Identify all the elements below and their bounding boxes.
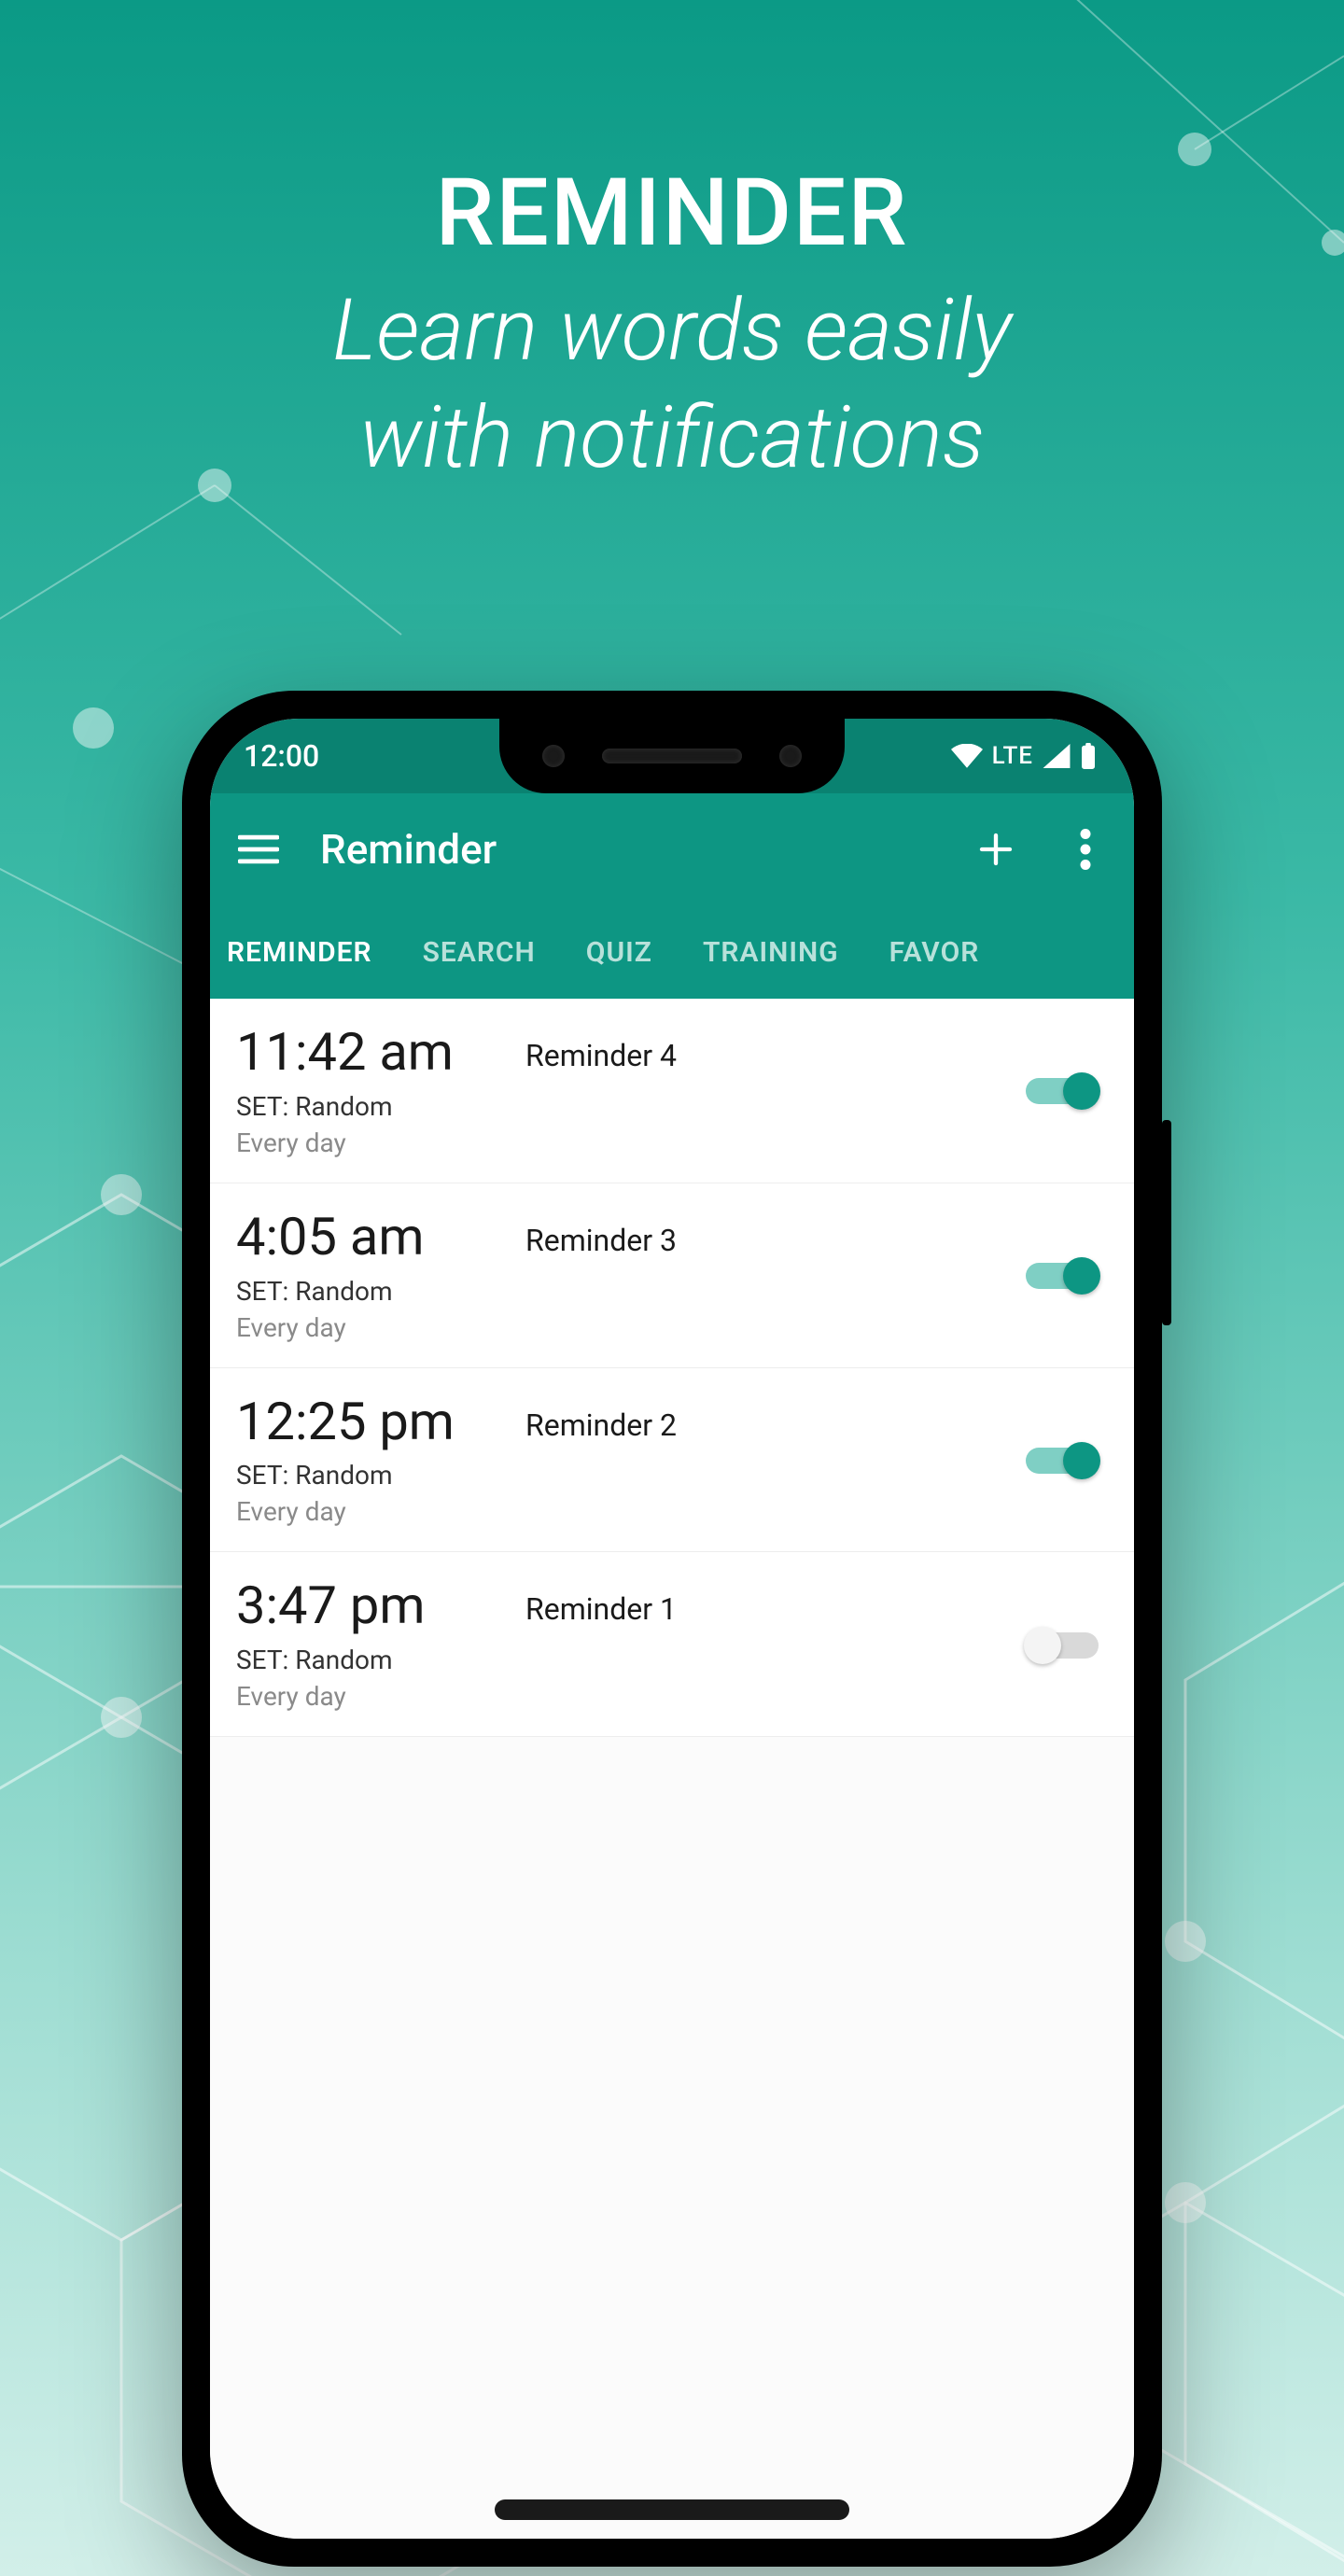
list-item[interactable]: 3:47 pm SET: Random Every day Reminder 1 <box>210 1552 1134 1737</box>
reminder-time: 3:47 pm <box>236 1578 525 1633</box>
reminder-toggle[interactable] <box>1026 1073 1099 1109</box>
battery-icon <box>1080 743 1097 769</box>
app-bar: Reminder <box>210 793 1134 905</box>
network-label: LTE <box>992 742 1033 770</box>
promo-subtitle: Learn words easily with notifications <box>0 277 1344 492</box>
reminder-list[interactable]: 11:42 am SET: Random Every day Reminder … <box>210 999 1134 2539</box>
reminder-repeat: Every day <box>236 1496 525 1527</box>
phone-notch <box>499 719 845 793</box>
reminder-toggle[interactable] <box>1026 1258 1099 1294</box>
tab-search[interactable]: SEARCH <box>423 936 536 969</box>
reminder-name: Reminder 1 <box>525 1591 677 1712</box>
reminder-toggle[interactable] <box>1026 1443 1099 1478</box>
overflow-menu-icon[interactable] <box>1059 823 1112 875</box>
reminder-set: SET: Random <box>236 1645 525 1675</box>
reminder-repeat: Every day <box>236 1312 525 1343</box>
status-time: 12:00 <box>244 738 319 774</box>
reminder-set: SET: Random <box>236 1276 525 1307</box>
reminder-set: SET: Random <box>236 1460 525 1491</box>
add-button[interactable] <box>970 823 1022 875</box>
appbar-title: Reminder <box>320 825 934 874</box>
menu-icon[interactable] <box>232 823 285 875</box>
phone-frame: 12:00 LTE Reminder <box>182 691 1162 2567</box>
phone-chin-bar <box>495 2499 849 2520</box>
reminder-repeat: Every day <box>236 1127 525 1158</box>
reminder-name: Reminder 3 <box>525 1223 677 1343</box>
reminder-name: Reminder 4 <box>525 1038 677 1158</box>
reminder-set: SET: Random <box>236 1091 525 1122</box>
wifi-icon <box>951 744 983 768</box>
tab-reminder[interactable]: REMINDER <box>227 936 372 969</box>
list-item[interactable]: 12:25 pm SET: Random Every day Reminder … <box>210 1368 1134 1553</box>
list-item[interactable]: 4:05 am SET: Random Every day Reminder 3 <box>210 1183 1134 1368</box>
list-item[interactable]: 11:42 am SET: Random Every day Reminder … <box>210 999 1134 1183</box>
app-screen: 12:00 LTE Reminder <box>210 719 1134 2539</box>
tab-bar: REMINDER SEARCH QUIZ TRAINING FAVOR <box>210 905 1134 999</box>
signal-icon <box>1043 744 1071 768</box>
tab-quiz[interactable]: QUIZ <box>586 936 652 969</box>
reminder-repeat: Every day <box>236 1681 525 1712</box>
phone-power-button <box>1162 1120 1171 1325</box>
tab-favorites[interactable]: FAVOR <box>889 936 980 969</box>
promo-block: REMINDER Learn words easily with notific… <box>0 159 1344 492</box>
reminder-time: 4:05 am <box>236 1210 525 1265</box>
reminder-time: 11:42 am <box>236 1025 525 1080</box>
tab-training[interactable]: TRAINING <box>703 936 839 969</box>
reminder-time: 12:25 pm <box>236 1394 525 1449</box>
reminder-toggle[interactable] <box>1026 1628 1099 1663</box>
reminder-name: Reminder 2 <box>525 1407 677 1528</box>
promo-title: REMINDER <box>0 159 1344 268</box>
